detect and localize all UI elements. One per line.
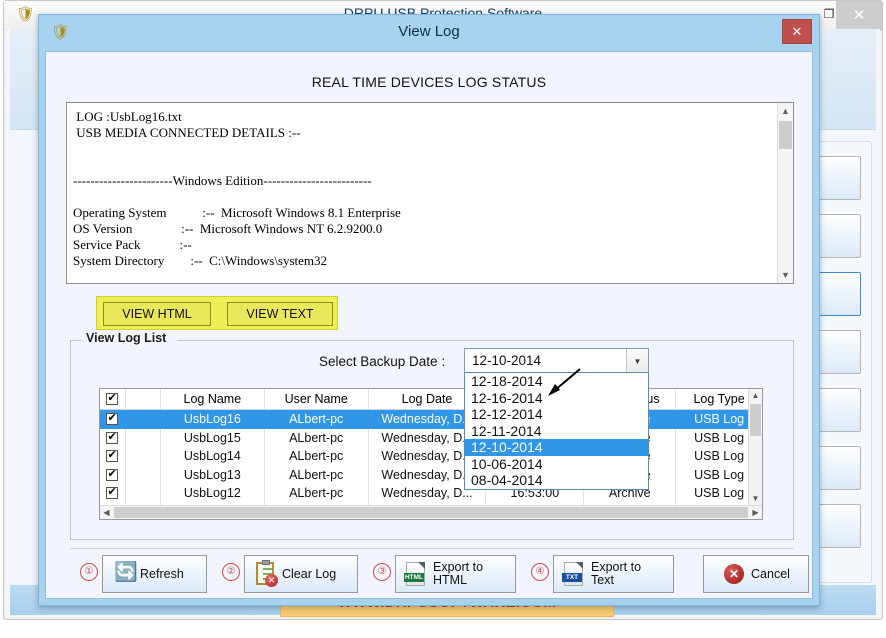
table-row[interactable]: UsbLog12ALbert-pcWednesday, D...16:53:00… xyxy=(100,484,762,503)
delete-badge-icon: ✕ xyxy=(265,574,278,587)
header-select-all-checkbox[interactable] xyxy=(100,389,126,409)
view-log-list-group: View Log List Select Backup Date : 12-10… xyxy=(70,331,794,540)
select-backup-date-label: Select Backup Date : xyxy=(319,354,446,369)
annotation-arrow-icon xyxy=(548,368,581,396)
cancel-icon: ✕ xyxy=(722,561,746,587)
table-scroll-left-icon[interactable]: ◀ xyxy=(100,506,113,519)
table-scroll-down-icon[interactable]: ▼ xyxy=(749,492,762,505)
cell-blank xyxy=(126,484,161,503)
cancel-button-label: Cancel xyxy=(751,566,790,581)
cancel-button[interactable]: ✕ Cancel xyxy=(703,555,809,593)
log-text-viewer: LOG :UsbLog16.txt USB MEDIA CONNECTED DE… xyxy=(66,102,794,284)
table-scroll-right-icon[interactable]: ▶ xyxy=(749,506,762,519)
cell-user-name: ALbert-pc xyxy=(265,428,369,447)
dialog-close-button[interactable]: ✕ xyxy=(782,19,812,44)
dropdown-option[interactable]: 12-11-2014 xyxy=(465,423,648,440)
table-vscroll-thumb[interactable] xyxy=(750,404,761,436)
scrollbar-thumb[interactable] xyxy=(779,121,792,149)
cell-log-name: UsbLog13 xyxy=(161,465,265,484)
cell-log-name: UsbLog15 xyxy=(161,428,265,447)
export-to-text-button-label: Export to Text xyxy=(591,560,642,587)
row-checkbox[interactable] xyxy=(100,484,126,503)
header-user-name[interactable]: User Name xyxy=(265,389,369,409)
cell-blank xyxy=(126,428,161,447)
row-checkbox[interactable] xyxy=(100,465,126,484)
cell-user-name: ALbert-pc xyxy=(265,447,369,466)
table-row[interactable]: UsbLog15ALbert-pcWednesday, D...17:48:21… xyxy=(100,428,762,447)
table-body: UsbLog16ALbert-pcWednesday, D...17:51:33… xyxy=(100,410,762,519)
table-hscroll-thumb[interactable] xyxy=(114,507,748,518)
clear-log-button-label: Clear Log xyxy=(282,566,337,581)
step-number-1: ① xyxy=(80,563,98,581)
cell-user-name: ALbert-pc xyxy=(265,484,369,503)
view-log-list-legend: View Log List xyxy=(81,331,172,345)
cell-blank xyxy=(125,410,161,429)
checkbox-icon[interactable] xyxy=(106,430,119,444)
table-horizontal-scrollbar[interactable]: ◀ ▶ xyxy=(100,505,762,519)
header-blank xyxy=(126,389,161,409)
cell-log-name: UsbLog12 xyxy=(161,484,265,503)
dropdown-option[interactable]: 10-06-2014 xyxy=(465,456,648,473)
table-vertical-scrollbar[interactable]: ▲ ▼ xyxy=(748,389,762,505)
cell-user-name: ALbert-pc xyxy=(264,410,369,429)
step-number-2: ② xyxy=(222,563,240,581)
view-log-dialog: 🛡 View Log ✕ REAL TIME DEVICES LOG STATU… xyxy=(38,14,820,606)
table-row[interactable]: UsbLog13ALbert-pcWednesday, D...17:30:00… xyxy=(100,465,762,484)
txt-file-icon: TXT xyxy=(562,561,586,587)
parent-close-button[interactable]: ✕ xyxy=(836,1,882,31)
table-row[interactable]: UsbLog16ALbert-pcWednesday, D...17:51:33… xyxy=(100,410,762,429)
row-checkbox[interactable] xyxy=(100,410,126,429)
view-format-group: VIEW HTML VIEW TEXT xyxy=(96,296,338,330)
dialog-body: REAL TIME DEVICES LOG STATUS LOG :UsbLog… xyxy=(45,51,813,599)
status-header: REAL TIME DEVICES LOG STATUS xyxy=(311,74,547,90)
screen: 🛡 DRPU USB Protection Software – ❐ ✕ 🛡 🔒… xyxy=(0,0,886,638)
dropdown-option[interactable]: 12-12-2014 xyxy=(465,406,648,423)
cell-log-name: UsbLog16 xyxy=(160,410,265,429)
table-header-row: Log Name User Name Log Date Log Time Log… xyxy=(100,389,762,410)
dropdown-option[interactable]: 12-10-2014 xyxy=(465,439,648,456)
refresh-button[interactable]: 🔄 Refresh xyxy=(102,555,207,593)
chevron-down-icon[interactable]: ▼ xyxy=(626,349,648,373)
txt-tag-label: TXT xyxy=(562,573,582,582)
scroll-up-icon[interactable]: ▲ xyxy=(778,103,793,119)
log-list-table: Log Name User Name Log Date Log Time Log… xyxy=(99,388,763,520)
checkbox-icon[interactable] xyxy=(106,448,119,463)
header-log-name[interactable]: Log Name xyxy=(161,389,265,409)
cell-blank xyxy=(126,465,161,484)
html-tag-label: HTML xyxy=(404,573,424,582)
cell-log-name: UsbLog14 xyxy=(161,447,265,466)
checkbox-icon[interactable] xyxy=(106,485,119,500)
html-file-icon: HTML xyxy=(404,561,428,587)
cell-blank xyxy=(126,447,161,466)
table-scroll-up-icon[interactable]: ▲ xyxy=(749,389,762,402)
dialog-title-bar: 🛡 View Log ✕ xyxy=(39,15,819,51)
clear-log-button[interactable]: ✕ Clear Log xyxy=(244,555,358,593)
refresh-icon: 🔄 xyxy=(114,562,138,583)
combobox-value: 12-10-2014 xyxy=(472,353,542,368)
checkbox-icon[interactable] xyxy=(106,467,119,481)
cell-user-name: ALbert-pc xyxy=(265,465,369,484)
clipboard-delete-icon: ✕ xyxy=(253,560,278,587)
step-number-3: ③ xyxy=(373,563,391,581)
log-text-content: LOG :UsbLog16.txt USB MEDIA CONNECTED DE… xyxy=(73,109,401,268)
log-vertical-scrollbar[interactable]: ▲ ▼ xyxy=(777,103,793,283)
scroll-down-icon[interactable]: ▼ xyxy=(778,267,793,283)
refresh-button-label: Refresh xyxy=(140,566,184,581)
view-html-button[interactable]: VIEW HTML xyxy=(103,302,211,326)
row-checkbox[interactable] xyxy=(100,447,126,466)
export-to-html-button[interactable]: HTML Export to HTML xyxy=(395,555,516,593)
export-to-text-button[interactable]: TXT Export to Text xyxy=(553,555,674,593)
group-border-left xyxy=(71,340,79,341)
export-to-html-button-label: Export to HTML xyxy=(433,560,484,587)
checkbox-icon[interactable] xyxy=(106,411,119,426)
dialog-title: View Log xyxy=(398,23,460,40)
view-text-button[interactable]: VIEW TEXT xyxy=(227,302,333,326)
group-border-right xyxy=(177,340,793,341)
action-bar: ① 🔄 Refresh ② ✕ Clear Log ③ HTML Export … xyxy=(70,548,809,598)
row-checkbox[interactable] xyxy=(100,428,126,447)
step-number-4: ④ xyxy=(531,563,549,581)
table-row[interactable]: UsbLog14ALbert-pcWednesday, D...17:40:05… xyxy=(100,447,762,466)
dropdown-option[interactable]: 08-04-2014 xyxy=(465,472,648,489)
checkbox-icon[interactable] xyxy=(106,391,119,405)
